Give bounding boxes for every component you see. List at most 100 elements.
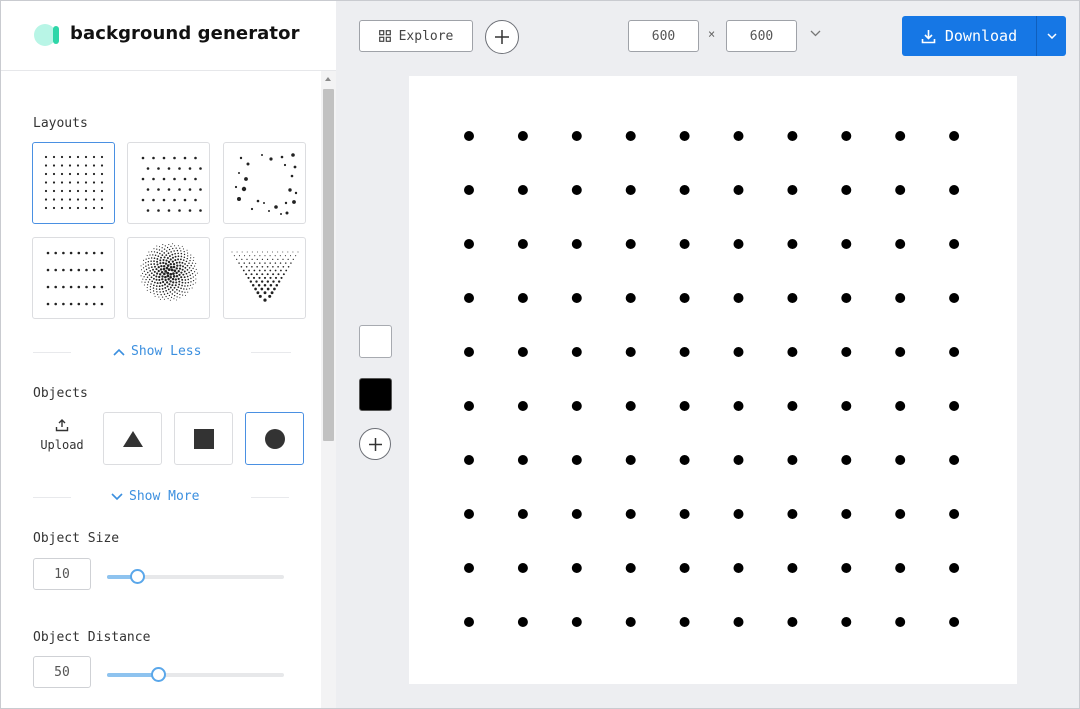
show-less-toggle[interactable]: Show Less	[113, 344, 201, 359]
add-button[interactable]	[485, 20, 519, 54]
thumbnail-dot	[157, 266, 160, 269]
thumbnail-dot	[168, 255, 171, 257]
layout-tile-random[interactable]	[223, 142, 306, 224]
thumbnail-dot	[181, 284, 183, 287]
object-distance-input[interactable]: 50	[33, 656, 91, 688]
object-square-button[interactable]	[174, 412, 233, 465]
thumbnail-dot	[159, 262, 162, 265]
thumbnail-dot	[85, 251, 88, 255]
explore-button[interactable]: Explore	[359, 20, 473, 52]
preview-canvas[interactable]	[409, 76, 1017, 684]
thumbnail-dot	[153, 260, 155, 263]
thumbnail-dot	[184, 279, 187, 281]
thumbnail-dot	[188, 262, 190, 264]
thumbnail-dot	[169, 275, 172, 279]
thumbnail-dot	[174, 291, 176, 293]
slider-handle[interactable]	[151, 667, 166, 682]
pattern-dot	[949, 347, 960, 357]
thumbnail-dot	[171, 256, 174, 259]
thumbnail-dot	[143, 276, 145, 278]
object-circle-button[interactable]	[245, 412, 304, 465]
layout-tile-triangle[interactable]	[223, 237, 306, 319]
thumbnail-dot	[68, 172, 72, 176]
thumbnail-dot	[60, 172, 64, 176]
thumbnail-dot	[269, 255, 271, 257]
thumbnail-dot	[54, 285, 57, 289]
thumbnail-dot	[54, 302, 57, 306]
thumbnail-dot	[180, 276, 183, 279]
layout-tile-grid[interactable]	[32, 142, 115, 224]
object-distance-slider[interactable]	[107, 667, 284, 682]
thumbnail-dot	[173, 298, 175, 300]
download-options-button[interactable]	[1036, 16, 1066, 56]
slider-handle[interactable]	[130, 569, 145, 584]
sidebar-scrollbar[interactable]	[321, 71, 336, 708]
object-size-slider[interactable]	[107, 569, 284, 584]
thumbnail-dot	[85, 285, 88, 289]
object-triangle-button[interactable]	[103, 412, 162, 465]
download-label: Download	[944, 27, 1018, 45]
pattern-dot	[787, 617, 798, 627]
thumbnail-dot	[157, 209, 160, 212]
thumbnail-dot	[258, 276, 261, 279]
thumbnail-dot	[146, 286, 148, 289]
object-size-input[interactable]: 10	[33, 558, 91, 590]
thumbnail-dot	[175, 267, 178, 270]
thumbnail-dot	[272, 251, 274, 253]
thumbnail-dot	[190, 269, 193, 272]
download-button[interactable]: Download	[902, 16, 1036, 56]
layout-tile-rows[interactable]	[32, 237, 115, 319]
thumbnail-dot	[183, 288, 185, 290]
thumbnail-dot	[145, 262, 147, 264]
thumbnail-dot	[44, 189, 48, 193]
width-input[interactable]: 600	[628, 20, 699, 52]
thumbnail-dot	[261, 265, 264, 268]
pattern-dot	[625, 185, 636, 195]
thumbnail-dot	[152, 156, 155, 160]
color-swatch-object[interactable]	[359, 378, 392, 411]
pattern-dot	[625, 239, 636, 249]
color-swatch-background[interactable]	[359, 325, 392, 358]
pattern-dot	[787, 347, 798, 357]
upload-button[interactable]: Upload	[33, 419, 91, 452]
thumbnail-dot	[145, 258, 147, 260]
pattern-dot	[517, 239, 528, 249]
thumbnail-dot	[187, 278, 190, 281]
layout-tile-spiral[interactable]	[127, 237, 210, 319]
add-color-button[interactable]	[359, 428, 391, 460]
layout-tile-offset-grid[interactable]	[127, 142, 210, 224]
pattern-dot	[679, 293, 690, 303]
upload-icon	[55, 419, 69, 432]
thumbnail-dot	[166, 257, 169, 260]
thumbnail-dot	[292, 258, 294, 261]
thumbnail-dot	[194, 156, 197, 160]
thumbnail-dot	[274, 269, 277, 272]
thumbnail-dot	[192, 280, 195, 282]
thumbnail-dot	[179, 293, 181, 296]
thumbnail-dot	[156, 291, 158, 293]
thumbnail-dot	[77, 268, 81, 272]
thumbnail-dot	[181, 245, 183, 247]
random-layout-icon	[234, 153, 298, 215]
thumbnail-dot	[69, 268, 73, 272]
thumbnail-dot	[185, 288, 188, 290]
thumbnail-dot	[269, 269, 272, 272]
scroll-up-arrow-icon[interactable]	[325, 77, 331, 81]
thumbnail-dot	[192, 283, 194, 285]
size-preset-chevron-down-icon[interactable]	[810, 30, 821, 37]
thumbnail-dot	[236, 251, 238, 253]
thumbnail-dot	[167, 288, 170, 291]
thumbnail-dot	[52, 164, 56, 167]
show-more-toggle[interactable]: Show More	[111, 489, 199, 504]
height-input[interactable]: 600	[726, 20, 797, 52]
thumbnail-dot	[169, 262, 172, 266]
scrollbar-thumb[interactable]	[323, 89, 334, 441]
thumbnail-dot	[84, 155, 88, 159]
thumbnail-dot	[180, 250, 182, 252]
thumbnail-dot	[241, 186, 247, 192]
pattern-dot	[625, 131, 636, 141]
thumbnail-dot	[167, 252, 170, 255]
thumbnail-dot	[148, 278, 151, 281]
pattern-dot	[517, 131, 528, 141]
pattern-dot	[679, 401, 690, 411]
